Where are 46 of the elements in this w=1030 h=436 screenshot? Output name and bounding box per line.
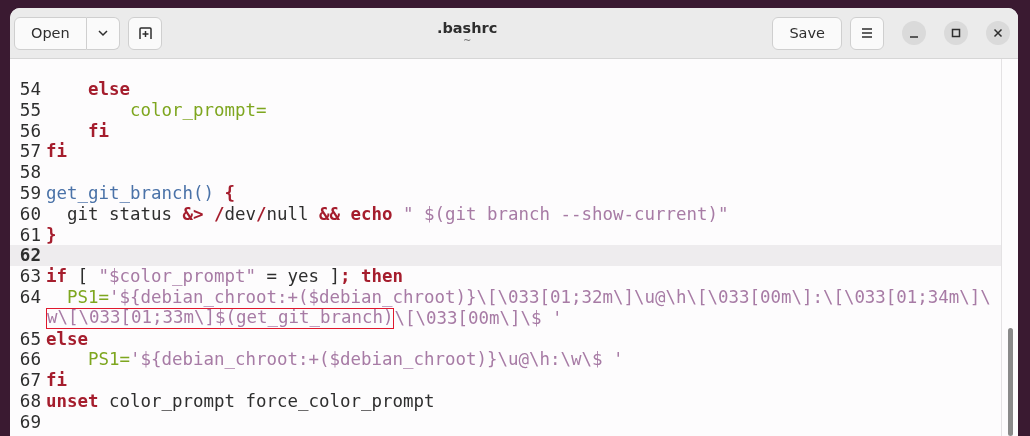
code-line: else: [46, 328, 88, 350]
code-line: else: [87, 79, 130, 100]
code-line: }: [46, 224, 57, 246]
maximize-icon: [951, 28, 961, 38]
line-number: 56: [18, 120, 42, 142]
code-line: PS1='${debian_chroot:+($debian_chroot)}\[\033[01;32m\]\u@\h\[\033[00m\]:\[\033[01;34m\]\: [66, 286, 991, 308]
code-line: color_prompt=: [129, 99, 267, 121]
code-line: w\[\033[01;33m\]$(get_git_branch)\[\033[00m\]\$ ': [46, 307, 563, 329]
highlight-box: w\[\033[01;33m\]$(get_git_branch): [46, 307, 395, 329]
line-number: 65: [18, 328, 42, 350]
new-tab-icon: [136, 25, 153, 41]
save-button[interactable]: Save: [772, 16, 842, 50]
code-line: fi: [46, 141, 67, 163]
code-line: PS1='${debian_chroot:+($debian_chroot)}\u@\h:\w\$ ': [87, 349, 624, 371]
code-line: git status &> /dev/null && echo " $(git branch --show-current)": [66, 203, 729, 225]
code-line: unset color_prompt force_color_prompt: [46, 390, 435, 412]
line-number: 63: [18, 266, 42, 287]
line-number: 67: [18, 370, 42, 391]
menu-button[interactable]: [850, 16, 884, 50]
close-button[interactable]: [986, 21, 1010, 45]
line-number: 59: [18, 183, 42, 204]
maximize-button[interactable]: [944, 21, 968, 45]
new-tab-button[interactable]: [127, 16, 162, 50]
line-number: 61: [18, 224, 42, 246]
code-line: get_git_branch() {: [46, 183, 235, 204]
scrollbar-thumb[interactable]: [1007, 328, 1013, 436]
line-number: 62: [18, 245, 42, 267]
line-number: 68: [18, 390, 42, 412]
line-number: 69: [18, 411, 42, 433]
minimize-icon: [910, 35, 918, 38]
menu-icon: [859, 25, 875, 41]
close-icon: [993, 28, 1003, 38]
window-subtitle: ~: [462, 36, 472, 46]
line-number: 58: [18, 162, 42, 183]
line-number: 55: [18, 99, 42, 121]
window-title: .bashrc: [436, 20, 498, 36]
open-button[interactable]: Open: [14, 16, 87, 50]
line-number: 54: [18, 79, 42, 100]
line-number: 66: [18, 349, 42, 371]
code-line: fi: [46, 370, 67, 391]
minimize-button[interactable]: [902, 21, 926, 45]
line-number: 64: [18, 286, 42, 309]
line-number: 60: [18, 203, 42, 225]
code-line: fi: [87, 120, 109, 142]
code-line: if [ "$color_prompt" = yes ]; then: [46, 266, 403, 287]
line-number: 57: [18, 141, 42, 163]
